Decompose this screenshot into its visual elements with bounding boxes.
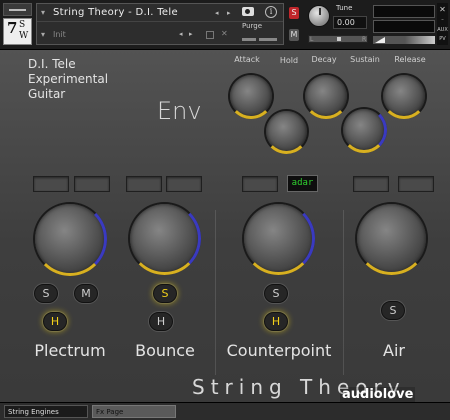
hold-label: Hold bbox=[279, 56, 299, 65]
air-slot-2[interactable] bbox=[398, 176, 434, 192]
decay-knob[interactable] bbox=[303, 73, 349, 119]
release-arc bbox=[381, 73, 427, 119]
attack-arc bbox=[228, 73, 274, 119]
decay-arc bbox=[303, 73, 349, 119]
purge-button[interactable]: Purge bbox=[242, 22, 262, 30]
bounce-label: Bounce bbox=[135, 341, 195, 360]
patch-title: D.I. Tele Experimental Guitar bbox=[28, 57, 108, 102]
wrench-icon[interactable] bbox=[3, 3, 32, 16]
plectrum-h-button[interactable]: H bbox=[43, 312, 67, 331]
collapse-caret-icon[interactable]: ▾ bbox=[41, 8, 45, 17]
instrument-logo: 7 S W bbox=[3, 18, 32, 45]
plectrum-slot-1[interactable] bbox=[33, 176, 69, 192]
level-meter-left bbox=[373, 5, 435, 18]
tune-value[interactable]: 0.00 bbox=[333, 16, 367, 29]
kontakt-header: 7 S W ▾ String Theory - D.I. Tele ◂ ▸ i … bbox=[0, 0, 450, 50]
bounce-arc-y bbox=[128, 202, 201, 275]
bounce-slot-1[interactable] bbox=[126, 176, 162, 192]
bounce-knob[interactable] bbox=[128, 202, 201, 275]
plectrum-knob[interactable] bbox=[33, 202, 107, 276]
tab-string-engines[interactable]: String Engines bbox=[4, 405, 88, 418]
counterpoint-knob[interactable] bbox=[242, 202, 315, 275]
level-meter-right bbox=[373, 20, 435, 33]
tab-fx-page[interactable]: Fx Page bbox=[92, 405, 176, 418]
hold-knob[interactable] bbox=[264, 109, 309, 154]
patch-title-line-3: Guitar bbox=[28, 87, 66, 101]
air-arc-y bbox=[355, 202, 428, 275]
instrument-name[interactable]: String Theory - D.I. Tele bbox=[53, 7, 178, 18]
pan-right-label: R bbox=[362, 36, 367, 43]
counterpoint-lcd: adar bbox=[287, 175, 318, 192]
purge-bar-a bbox=[242, 38, 256, 41]
decay-label: Decay bbox=[311, 55, 337, 64]
logo-w: W bbox=[19, 31, 29, 41]
bounce-s-button[interactable]: S bbox=[153, 284, 177, 303]
page-tabs: String Engines Fx Page bbox=[0, 402, 450, 420]
volume-triangle-icon bbox=[375, 37, 385, 43]
snapshot-name[interactable]: Init bbox=[53, 30, 66, 39]
pan-left-label: L bbox=[310, 36, 314, 43]
attack-knob[interactable] bbox=[228, 73, 274, 119]
air-knob[interactable] bbox=[355, 202, 428, 275]
plectrum-m-button[interactable]: M bbox=[74, 284, 98, 303]
bounce-slot-2[interactable] bbox=[166, 176, 202, 192]
prev-snapshot-icon[interactable]: ◂ bbox=[179, 30, 183, 38]
snapshot-row: ▾ Init ◂ ▸ ✕ Purge bbox=[37, 22, 283, 44]
delete-snapshot-icon[interactable]: ✕ bbox=[221, 29, 228, 38]
aux-button[interactable]: AUX bbox=[437, 27, 448, 33]
counterpoint-slot-1[interactable] bbox=[242, 176, 278, 192]
counterpoint-s-button[interactable]: S bbox=[264, 284, 288, 303]
counterpoint-label: Counterpoint bbox=[226, 341, 332, 360]
logo-s: S bbox=[19, 20, 26, 30]
counterpoint-arc-y bbox=[242, 202, 315, 275]
save-snapshot-icon[interactable] bbox=[206, 31, 214, 39]
hold-arc bbox=[264, 109, 309, 154]
prev-instrument-icon[interactable]: ◂ bbox=[215, 9, 219, 17]
pv-button[interactable]: PV bbox=[437, 36, 448, 42]
air-label: Air bbox=[383, 341, 405, 360]
envelope-label: Env bbox=[157, 97, 202, 125]
plectrum-slot-2[interactable] bbox=[74, 176, 110, 192]
air-s-button[interactable]: S bbox=[381, 301, 405, 320]
side-strip: ✕ – AUX PV bbox=[437, 3, 448, 45]
tune-label: Tune bbox=[336, 4, 353, 12]
camera-icon[interactable] bbox=[242, 7, 254, 16]
snapshot-caret-icon[interactable]: ▾ bbox=[41, 30, 45, 39]
section-divider-2 bbox=[343, 210, 344, 375]
next-snapshot-icon[interactable]: ▸ bbox=[189, 30, 193, 38]
next-instrument-icon[interactable]: ▸ bbox=[227, 9, 231, 17]
plectrum-s-button[interactable]: S bbox=[34, 284, 58, 303]
sustain-label: Sustain bbox=[350, 55, 380, 64]
solo-button[interactable]: S bbox=[289, 7, 299, 19]
instrument-face: D.I. Tele Experimental Guitar Env Attack… bbox=[0, 50, 450, 402]
air-slot-1[interactable] bbox=[353, 176, 389, 192]
instrument-row: ▾ String Theory - D.I. Tele ◂ ▸ i bbox=[37, 4, 283, 22]
attack-label: Attack bbox=[234, 55, 260, 64]
close-icon[interactable]: ✕ bbox=[437, 5, 448, 14]
instrument-panel: ▾ String Theory - D.I. Tele ◂ ▸ i ▾ Init… bbox=[36, 3, 284, 45]
info-icon[interactable]: i bbox=[265, 6, 277, 18]
plectrum-label: Plectrum bbox=[34, 341, 106, 360]
patch-title-line-2: Experimental bbox=[28, 72, 109, 86]
patch-title-line-1: D.I. Tele bbox=[28, 57, 76, 71]
pan-slider[interactable] bbox=[308, 35, 368, 43]
minus-icon[interactable]: – bbox=[437, 17, 448, 23]
bounce-h-button[interactable]: H bbox=[149, 312, 173, 331]
release-label: Release bbox=[394, 55, 426, 64]
logo-7: 7 bbox=[7, 19, 18, 37]
sustain-knob[interactable] bbox=[341, 107, 387, 153]
release-knob[interactable] bbox=[381, 73, 427, 119]
tune-knob[interactable] bbox=[308, 5, 330, 27]
counterpoint-h-button[interactable]: H bbox=[264, 312, 288, 331]
watermark-text: audiolove bbox=[340, 387, 416, 402]
sustain-arc-b bbox=[341, 107, 387, 153]
mute-button[interactable]: M bbox=[289, 29, 299, 41]
plectrum-arc-y bbox=[33, 202, 107, 276]
purge-bar-b bbox=[259, 38, 277, 41]
